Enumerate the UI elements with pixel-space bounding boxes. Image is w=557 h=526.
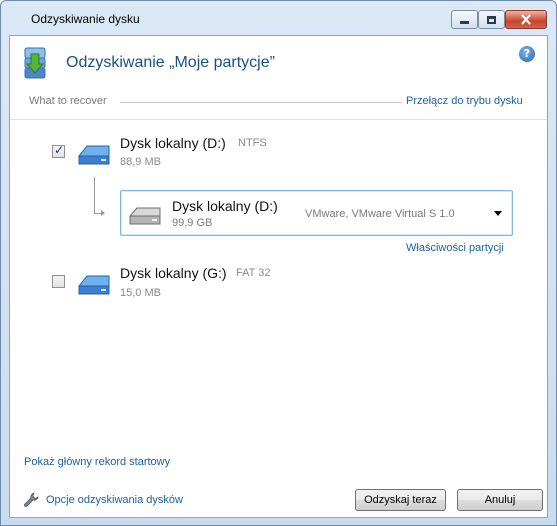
partition-filesystem: FAT 32 — [236, 267, 271, 279]
partition-name: Dysk lokalny (D:) — [120, 135, 226, 151]
partition-size: 15,0 MB — [120, 287, 161, 299]
tree-connector — [94, 177, 95, 213]
target-partition-dropdown[interactable]: Dysk lokalny (D:) 99,9 GB VMware, VMware… — [120, 190, 513, 236]
partition-properties-link[interactable]: Właściwości partycji — [406, 242, 504, 254]
checkmark-icon: ✓ — [54, 143, 65, 157]
section-label: What to recover — [29, 95, 107, 107]
header-divider — [10, 119, 547, 120]
partition-size: 88,9 MB — [120, 156, 161, 168]
recover-now-button[interactable]: Odzyskaj teraz — [355, 489, 446, 511]
gray-disk-icon — [128, 207, 161, 225]
partition-d-checkbox[interactable]: ✓ — [52, 143, 65, 158]
target-device-name: VMware, VMware Virtual S 1.0 — [305, 208, 455, 220]
close-icon — [521, 14, 531, 25]
dialog-body: Odzyskiwanie „Moje partycje” ? What to r… — [9, 35, 548, 518]
partition-filesystem: NTFS — [238, 137, 267, 149]
partition-name: Dysk lokalny (G:) — [120, 265, 227, 281]
section-divider — [120, 102, 402, 103]
minimize-icon — [460, 21, 469, 24]
wrench-icon — [24, 492, 39, 507]
window-title: Odzyskiwanie dysku — [31, 12, 140, 26]
minimize-button[interactable] — [451, 10, 478, 29]
target-partition-name: Dysk lokalny (D:) — [172, 198, 278, 214]
switch-to-disk-mode-link[interactable]: Przełącz do trybu dysku — [406, 95, 523, 107]
dropdown-arrow-icon[interactable] — [494, 211, 502, 216]
partition-g-checkbox[interactable] — [52, 275, 65, 288]
maximize-icon — [487, 15, 496, 24]
show-mbr-link[interactable]: Pokaż główny rekord startowy — [24, 456, 170, 468]
help-icon[interactable]: ? — [519, 46, 535, 62]
connector-arrow-icon — [101, 210, 105, 216]
close-button[interactable] — [505, 10, 547, 29]
maximize-button[interactable] — [478, 10, 505, 29]
hard-disk-icon — [77, 275, 110, 295]
title-bar[interactable]: Odzyskiwanie dysku — [1, 1, 556, 35]
disk-recovery-icon — [24, 47, 46, 79]
dialog-footer: Opcje odzyskiwania dysków Odzyskaj teraz… — [9, 475, 548, 518]
page-title: Odzyskiwanie „Moje partycje” — [66, 54, 275, 71]
target-partition-size: 99,9 GB — [172, 217, 213, 229]
hard-disk-icon — [77, 145, 110, 165]
recovery-options-link[interactable]: Opcje odzyskiwania dysków — [46, 494, 183, 506]
cancel-button[interactable]: Anuluj — [457, 489, 543, 511]
recovery-window: Odzyskiwanie dysku Odzyskiwanie „Moje pa… — [0, 0, 557, 526]
